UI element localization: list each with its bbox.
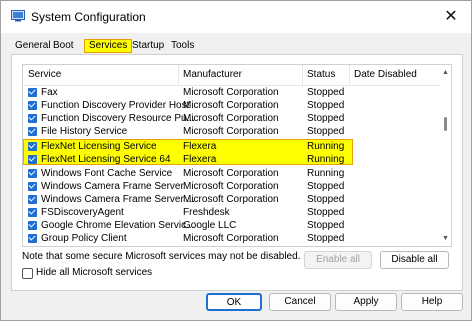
- manufacturer: Flexera: [183, 154, 217, 165]
- table-row[interactable]: Windows Camera Frame Server Microsoft Co…: [23, 180, 441, 193]
- service-name: Windows Camera Frame Server ...: [41, 194, 195, 205]
- apply-button[interactable]: Apply: [335, 293, 397, 311]
- title-bar: System Configuration ✕: [1, 1, 471, 33]
- services-panel: Service Manufacturer Status Date Disable…: [11, 54, 463, 291]
- manufacturer: Microsoft Corporation: [183, 113, 279, 124]
- service-name: Windows Font Cache Service: [41, 168, 173, 179]
- checkmark-icon[interactable]: [28, 221, 37, 230]
- table-row[interactable]: FlexNet Licensing Service 64 Flexera Run…: [23, 153, 441, 166]
- manufacturer: Microsoft Corporation: [183, 168, 279, 179]
- status: Stopped: [307, 181, 345, 192]
- table-row[interactable]: Fax Microsoft Corporation Stopped: [23, 86, 441, 99]
- table-row[interactable]: File History Service Microsoft Corporati…: [23, 125, 441, 138]
- checkmark-icon[interactable]: [28, 234, 37, 243]
- tab-startup[interactable]: Startup: [128, 38, 168, 54]
- table-row[interactable]: FSDiscoveryAgent Freshdesk Stopped: [23, 206, 441, 219]
- tab-tools[interactable]: Tools: [167, 38, 198, 54]
- manufacturer: Microsoft Corporation: [183, 126, 279, 137]
- status: Stopped: [307, 113, 345, 124]
- scroll-up-icon[interactable]: ▲: [442, 69, 449, 76]
- scroll-down-icon[interactable]: ▼: [442, 235, 449, 242]
- hide-microsoft-label[interactable]: Hide all Microsoft services: [36, 267, 152, 278]
- note-text: Note that some secure Microsoft services…: [22, 251, 301, 262]
- enable-all-button[interactable]: Enable all: [304, 251, 372, 269]
- hide-microsoft-checkbox[interactable]: [22, 268, 33, 279]
- checkmark-icon[interactable]: [28, 127, 37, 136]
- checkmark-icon[interactable]: [28, 142, 37, 151]
- scroll-thumb[interactable]: [444, 117, 447, 131]
- service-name: FlexNet Licensing Service: [41, 141, 157, 152]
- checkmark-icon[interactable]: [28, 195, 37, 204]
- status: Stopped: [307, 220, 345, 231]
- ok-button[interactable]: OK: [206, 293, 262, 311]
- status: Stopped: [307, 194, 345, 205]
- table-row[interactable]: FlexNet Licensing Service Flexera Runnin…: [23, 140, 441, 153]
- service-name: Windows Camera Frame Server: [41, 181, 184, 192]
- manufacturer: Google LLC: [183, 220, 237, 231]
- manufacturer: Freshdesk: [183, 207, 230, 218]
- checkmark-icon[interactable]: [28, 208, 37, 217]
- help-button[interactable]: Help: [401, 293, 463, 311]
- checkmark-icon[interactable]: [28, 114, 37, 123]
- status: Running: [307, 154, 345, 165]
- column-manufacturer[interactable]: Manufacturer: [183, 69, 242, 80]
- service-name: FSDiscoveryAgent: [41, 207, 124, 218]
- cancel-button[interactable]: Cancel: [269, 293, 331, 311]
- manufacturer: Microsoft Corporation: [183, 181, 279, 192]
- vertical-scrollbar[interactable]: ▲ ▼: [440, 65, 451, 246]
- disable-all-button[interactable]: Disable all: [380, 251, 449, 269]
- status: Running: [307, 168, 345, 179]
- table-row[interactable]: Function Discovery Provider Host Microso…: [23, 99, 441, 112]
- manufacturer: Microsoft Corporation: [183, 233, 279, 244]
- checkmark-icon[interactable]: [28, 169, 37, 178]
- service-name: Function Discovery Provider Host: [41, 100, 190, 111]
- service-name: Google Chrome Elevation Servic...: [41, 220, 195, 231]
- checkmark-icon[interactable]: [28, 155, 37, 164]
- status: Stopped: [307, 100, 345, 111]
- tab-services[interactable]: Services: [84, 39, 133, 53]
- manufacturer: Microsoft Corporation: [183, 194, 279, 205]
- system-config-icon: [11, 10, 25, 22]
- table-row[interactable]: Function Discovery Resource Pu... Micros…: [23, 112, 441, 125]
- status: Running: [307, 141, 345, 152]
- service-name: Function Discovery Resource Pu...: [41, 113, 195, 124]
- manufacturer: Flexera: [183, 141, 217, 152]
- service-name: Fax: [41, 87, 58, 98]
- table-row[interactable]: Group Policy Client Microsoft Corporatio…: [23, 232, 441, 245]
- window-title: System Configuration: [31, 10, 146, 24]
- manufacturer: Microsoft Corporation: [183, 87, 279, 98]
- service-name: FlexNet Licensing Service 64: [41, 154, 171, 165]
- status: Stopped: [307, 126, 345, 137]
- status: Stopped: [307, 207, 345, 218]
- list-header: Service Manufacturer Status Date Disable…: [23, 65, 451, 86]
- table-row[interactable]: Windows Camera Frame Server ... Microsof…: [23, 193, 441, 206]
- status: Stopped: [307, 233, 345, 244]
- column-divider: [178, 65, 179, 85]
- column-divider: [302, 65, 303, 85]
- status: Stopped: [307, 87, 345, 98]
- service-name: Group Policy Client: [41, 233, 127, 244]
- table-row[interactable]: Google Chrome Elevation Servic... Google…: [23, 219, 441, 232]
- system-configuration-window: System Configuration ✕ General Boot Serv…: [0, 0, 472, 321]
- column-date-disabled[interactable]: Date Disabled: [354, 69, 417, 80]
- column-divider: [349, 65, 350, 85]
- column-status[interactable]: Status: [307, 69, 335, 80]
- tab-boot[interactable]: Boot: [49, 38, 78, 54]
- service-name: File History Service: [41, 126, 128, 137]
- checkmark-icon[interactable]: [28, 182, 37, 191]
- checkmark-icon[interactable]: [28, 101, 37, 110]
- services-list[interactable]: Service Manufacturer Status Date Disable…: [22, 64, 452, 247]
- column-service[interactable]: Service: [28, 69, 61, 80]
- close-icon[interactable]: ✕: [441, 7, 461, 27]
- checkmark-icon[interactable]: [28, 88, 37, 97]
- manufacturer: Microsoft Corporation: [183, 100, 279, 111]
- table-row[interactable]: Windows Font Cache Service Microsoft Cor…: [23, 167, 441, 180]
